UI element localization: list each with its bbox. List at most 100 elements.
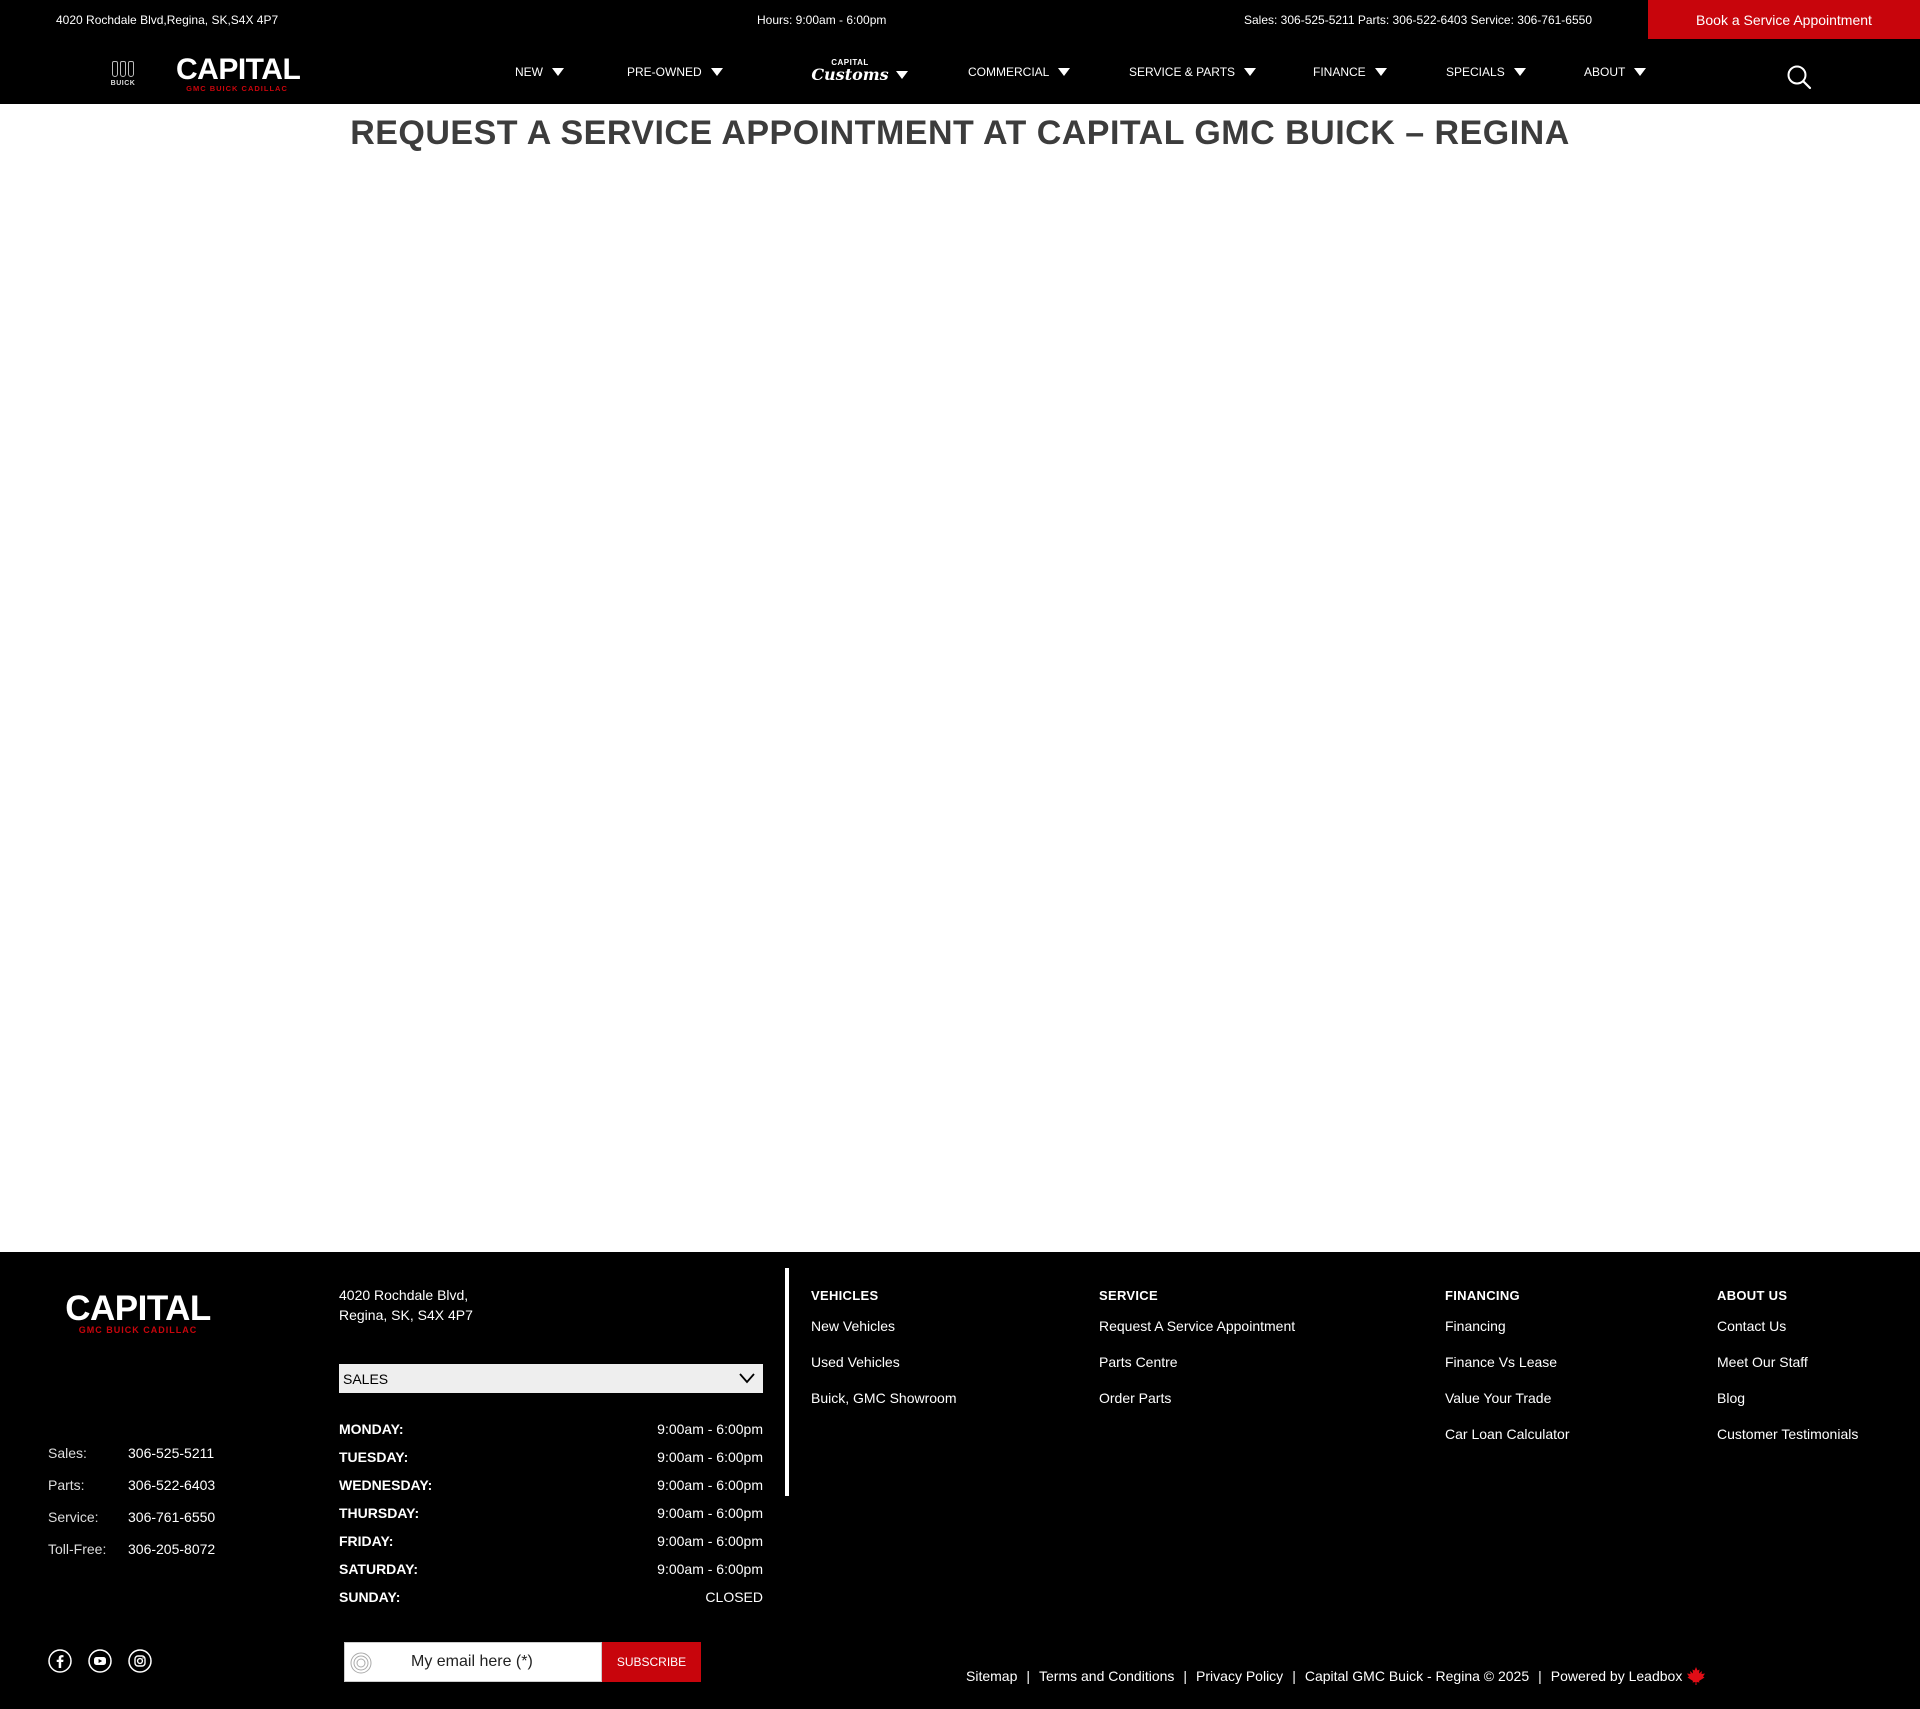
footer-logo-main-text: CAPITAL bbox=[65, 1289, 211, 1328]
footer-column-heading: VEHICLES bbox=[811, 1288, 879, 1303]
hours-row: MONDAY: 9:00am - 6:00pm bbox=[339, 1415, 763, 1443]
copyright-text: Capital GMC Buick - Regina © 2025 bbox=[1304, 1668, 1530, 1684]
instagram-icon[interactable] bbox=[128, 1649, 152, 1673]
footer-column-financing: FINANCING Financing Finance Vs Lease Val… bbox=[1445, 1288, 1570, 1462]
nav-item-label: COMMERCIAL bbox=[968, 64, 1050, 79]
footer-link[interactable]: Blog bbox=[1717, 1390, 1858, 1426]
contact-row: Toll-Free: 306-205-8072 bbox=[48, 1533, 215, 1565]
hours-row: FRIDAY: 9:00am - 6:00pm bbox=[339, 1527, 763, 1555]
contact-row: Parts: 306-522-6403 bbox=[48, 1469, 215, 1501]
hours-time: 9:00am - 6:00pm bbox=[657, 1421, 763, 1437]
contact-number[interactable]: 306-205-8072 bbox=[128, 1541, 215, 1557]
logo-main-text: CAPITAL bbox=[176, 53, 301, 86]
contact-label: Sales: bbox=[48, 1445, 87, 1461]
capital-customs-logo[interactable]: CAPITAL Customs bbox=[810, 59, 890, 83]
footer-link[interactable]: Finance Vs Lease bbox=[1445, 1354, 1570, 1390]
hours-time: 9:00am - 6:00pm bbox=[657, 1449, 763, 1465]
department-select-value: SALES bbox=[343, 1370, 389, 1387]
hours-time: 9:00am - 6:00pm bbox=[657, 1505, 763, 1521]
footer-address-line1: 4020 Rochdale Blvd, bbox=[339, 1287, 469, 1303]
caret-down-icon bbox=[552, 67, 564, 76]
nav-item-pre-owned[interactable]: PRE-OWNED bbox=[627, 39, 723, 104]
hours-time: 9:00am - 6:00pm bbox=[657, 1477, 763, 1493]
footer-link[interactable]: Request A Service Appointment bbox=[1099, 1318, 1295, 1354]
contact-label: Service: bbox=[48, 1509, 99, 1525]
nav-item-commercial[interactable]: COMMERCIAL bbox=[968, 39, 1071, 104]
caret-down-icon bbox=[1374, 67, 1387, 76]
footer-logo-sub-text: GMC BUICK CADILLAC bbox=[78, 1325, 198, 1335]
hours-row: SATURDAY: 9:00am - 6:00pm bbox=[339, 1555, 763, 1583]
nav-item-label: SERVICE & PARTS bbox=[1129, 64, 1236, 79]
hours-day: FRIDAY: bbox=[339, 1533, 394, 1549]
legal-separator: | bbox=[1183, 1668, 1188, 1684]
topbar-hours: Hours: 9:00am - 6:00pm bbox=[757, 13, 887, 27]
footer-link[interactable]: Meet Our Staff bbox=[1717, 1354, 1858, 1390]
main-navigation: BUICK CAPITAL GMC BUICK CADILLAC NEW PRE… bbox=[0, 39, 1920, 104]
nav-item-label: SPECIALS bbox=[1446, 64, 1505, 79]
caret-down-icon bbox=[1058, 67, 1071, 76]
nav-item-finance[interactable]: FINANCE bbox=[1313, 39, 1387, 104]
customs-script-text: Customs bbox=[811, 65, 889, 84]
contact-number[interactable]: 306-522-6403 bbox=[128, 1477, 215, 1493]
nav-item-new[interactable]: NEW bbox=[515, 39, 564, 104]
legal-separator: | bbox=[1538, 1668, 1542, 1684]
hours-day: SUNDAY: bbox=[339, 1589, 401, 1605]
newsletter-email-wrapper bbox=[344, 1642, 602, 1682]
hours-time: CLOSED bbox=[705, 1589, 763, 1605]
book-service-appointment-button[interactable]: Book a Service Appointment bbox=[1648, 0, 1920, 39]
fingerprint-icon bbox=[350, 1652, 372, 1674]
topbar-phone-numbers[interactable]: Sales: 306-525-5211 Parts: 306-522-6403 … bbox=[1244, 13, 1592, 27]
footer-contact-numbers: Sales: 306-525-5211 Parts: 306-522-6403 Se… bbox=[48, 1437, 215, 1565]
nav-item-about[interactable]: ABOUT bbox=[1584, 39, 1647, 104]
footer-column-about-us: ABOUT US Contact Us Meet Our Staff Blog … bbox=[1717, 1288, 1858, 1462]
customs-caret-down-icon[interactable] bbox=[896, 71, 908, 79]
maple-leaf-icon bbox=[1687, 1667, 1706, 1685]
youtube-icon[interactable] bbox=[88, 1649, 112, 1673]
powered-by-link[interactable]: Powered by Leadbox bbox=[1551, 1668, 1683, 1684]
footer-column-heading: FINANCING bbox=[1445, 1288, 1520, 1303]
contact-row: Service: 306-761-6550 bbox=[48, 1501, 215, 1533]
nav-item-label: FINANCE bbox=[1313, 64, 1366, 79]
hours-row: THURSDAY: 9:00am - 6:00pm bbox=[339, 1499, 763, 1527]
footer-link[interactable]: Customer Testimonials bbox=[1717, 1426, 1858, 1462]
hours-day: WEDNESDAY: bbox=[339, 1477, 433, 1493]
newsletter-form: SUBSCRIBE bbox=[344, 1642, 701, 1682]
tri-shield-icon bbox=[104, 61, 142, 77]
page-title: REQUEST A SERVICE APPOINTMENT AT CAPITAL… bbox=[350, 114, 1570, 152]
contact-number[interactable]: 306-525-5211 bbox=[128, 1445, 214, 1461]
department-hours-select[interactable]: SALES bbox=[339, 1364, 763, 1393]
footer-capital-logo[interactable]: CAPITAL GMC BUICK CADILLAC bbox=[60, 1289, 216, 1335]
footer-link[interactable]: Financing bbox=[1445, 1318, 1570, 1354]
hours-row: TUESDAY: 9:00am - 6:00pm bbox=[339, 1443, 763, 1471]
capital-logo[interactable]: CAPITAL GMC BUICK CADILLAC bbox=[176, 53, 301, 94]
logo-sub-text: GMC BUICK CADILLAC bbox=[186, 84, 288, 93]
nav-item-service-parts[interactable]: SERVICE & PARTS bbox=[1129, 39, 1257, 104]
footer-link[interactable]: Buick, GMC Showroom bbox=[811, 1390, 956, 1426]
footer-link[interactable]: Order Parts bbox=[1099, 1390, 1295, 1426]
emblem-wordmark: BUICK bbox=[110, 80, 136, 87]
footer-link[interactable]: Car Loan Calculator bbox=[1445, 1426, 1570, 1462]
footer-column-heading: SERVICE bbox=[1099, 1288, 1158, 1303]
top-info-bar: 4020 Rochdale Blvd,Regina, SK,S4X 4P7 Ho… bbox=[0, 0, 1920, 39]
footer-divider bbox=[785, 1268, 789, 1496]
hours-day: SATURDAY: bbox=[339, 1561, 419, 1577]
newsletter-email-input[interactable] bbox=[411, 1653, 591, 1671]
nav-item-specials[interactable]: SPECIALS bbox=[1446, 39, 1526, 104]
footer-column-heading: ABOUT US bbox=[1717, 1288, 1788, 1303]
footer-link[interactable]: Value Your Trade bbox=[1445, 1390, 1570, 1426]
subscribe-button[interactable]: SUBSCRIBE bbox=[602, 1642, 701, 1682]
footer-link[interactable]: Used Vehicles bbox=[811, 1354, 956, 1390]
sitemap-link[interactable]: Sitemap bbox=[966, 1668, 1017, 1684]
footer-legal-links: Sitemap | Terms and Conditions | Privacy… bbox=[966, 1667, 1706, 1685]
footer-link[interactable]: Contact Us bbox=[1717, 1318, 1858, 1354]
topbar-address[interactable]: 4020 Rochdale Blvd,Regina, SK,S4X 4P7 bbox=[56, 13, 278, 27]
buick-emblem-logo[interactable]: BUICK bbox=[104, 61, 142, 91]
facebook-icon[interactable] bbox=[48, 1649, 72, 1673]
footer-link[interactable]: New Vehicles bbox=[811, 1318, 956, 1354]
privacy-link[interactable]: Privacy Policy bbox=[1196, 1668, 1283, 1684]
nav-item-label: ABOUT bbox=[1584, 64, 1626, 79]
search-icon[interactable] bbox=[1786, 64, 1812, 90]
footer-link[interactable]: Parts Centre bbox=[1099, 1354, 1295, 1390]
terms-link[interactable]: Terms and Conditions bbox=[1039, 1668, 1174, 1684]
contact-number[interactable]: 306-761-6550 bbox=[128, 1509, 215, 1525]
